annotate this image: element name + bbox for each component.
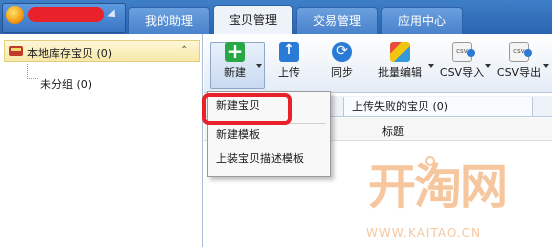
csv-import-dropdown-arrow-icon[interactable] bbox=[485, 64, 491, 68]
watermark-circle-icon bbox=[425, 156, 435, 166]
csv-export-dropdown-arrow-icon[interactable] bbox=[543, 64, 549, 68]
app-logo-icon bbox=[6, 6, 24, 24]
tab-trade-management[interactable]: 交易管理 bbox=[296, 7, 378, 34]
batch-edit-dropdown-arrow-icon[interactable] bbox=[428, 64, 434, 68]
new-dropdown-arrow-icon[interactable] bbox=[256, 64, 262, 68]
sync-button[interactable]: 同步 bbox=[323, 39, 361, 89]
new-button[interactable]: 新建 bbox=[212, 39, 258, 89]
menu-item-upload-description-template[interactable]: 上装宝贝描述模板 bbox=[208, 147, 330, 171]
upload-button-label: 上传 bbox=[278, 66, 300, 79]
local-inventory-title: 本地库存宝贝 (0) bbox=[27, 47, 113, 60]
upload-arrow-icon bbox=[279, 42, 299, 62]
new-button-label: 新建 bbox=[224, 66, 246, 79]
batch-edit-button[interactable]: 批量编辑 bbox=[374, 39, 426, 89]
watermark-url: WWW.KAITAO.CN bbox=[366, 226, 481, 240]
csv-import-button[interactable]: CSV导入 bbox=[436, 39, 488, 89]
redacted-username bbox=[28, 7, 104, 22]
store-icon bbox=[9, 46, 23, 56]
upload-button[interactable]: 上传 bbox=[271, 39, 307, 89]
tab-upload-failed[interactable]: 上传失败的宝贝 (0) bbox=[343, 97, 533, 116]
tree-connector bbox=[27, 64, 38, 79]
batch-edit-icon bbox=[390, 42, 410, 62]
csv-export-icon bbox=[509, 42, 532, 62]
tab-app-center[interactable]: 应用中心 bbox=[381, 7, 463, 34]
plus-icon bbox=[225, 39, 245, 63]
sync-icon bbox=[332, 42, 352, 62]
watermark-logo: 开淘网 bbox=[368, 159, 508, 215]
sync-button-label: 同步 bbox=[331, 66, 353, 79]
csv-import-icon bbox=[452, 42, 475, 62]
csv-export-button[interactable]: CSV导出 bbox=[493, 39, 545, 89]
annotation-highlight-box bbox=[202, 93, 292, 125]
tab-item-management[interactable]: 宝贝管理 bbox=[213, 5, 293, 34]
collapse-icon[interactable]: ⌃ bbox=[180, 45, 188, 56]
csv-import-label: CSV导入 bbox=[439, 66, 485, 79]
batch-edit-label: 批量编辑 bbox=[378, 66, 422, 79]
tree-item-ungrouped[interactable]: 未分组 (0) bbox=[40, 76, 92, 92]
menu-item-new-template[interactable]: 新建模板 bbox=[208, 123, 330, 147]
column-header-title[interactable]: 标题 bbox=[382, 123, 404, 139]
csv-export-label: CSV导出 bbox=[496, 66, 542, 79]
tab-my-assistant[interactable]: 我的助理 bbox=[128, 7, 210, 34]
